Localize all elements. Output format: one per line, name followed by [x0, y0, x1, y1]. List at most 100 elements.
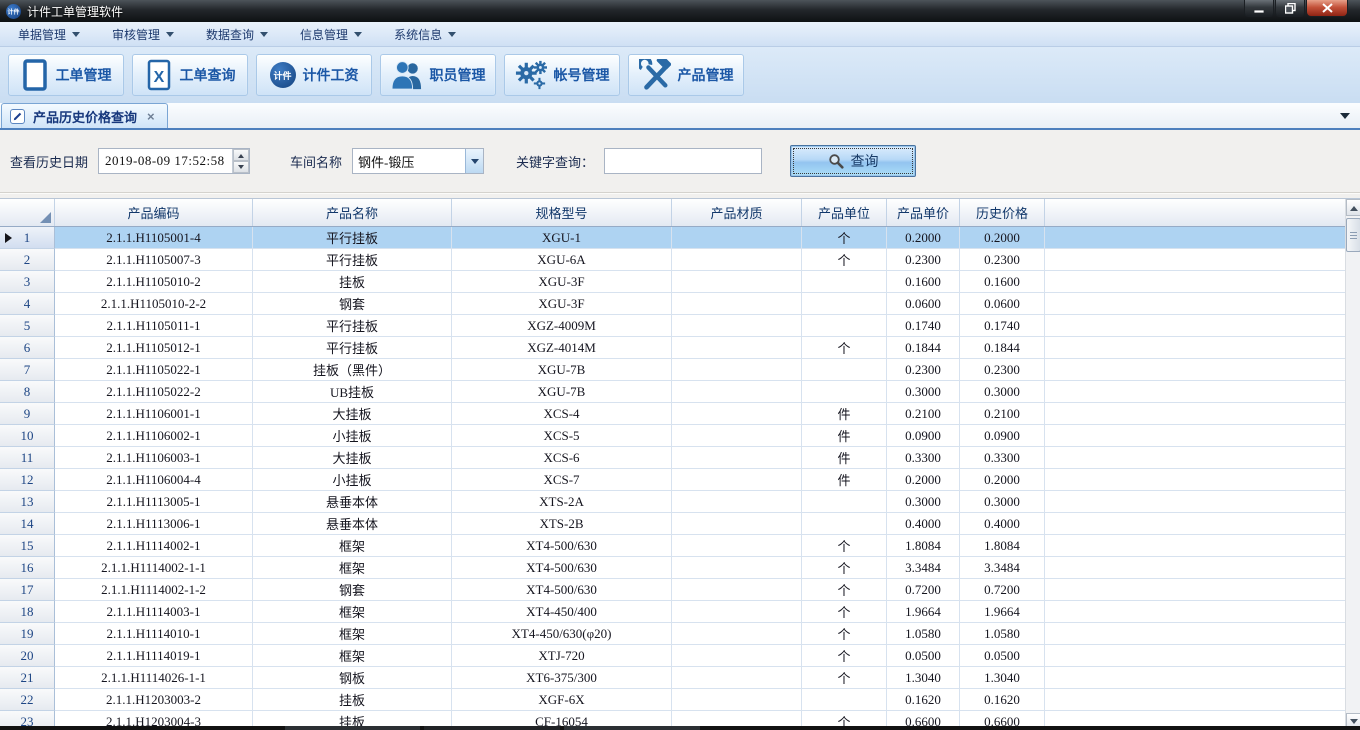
table-row[interactable]: 222.1.1.H1203003-2挂板XGF-6X0.16200.1620: [0, 689, 1345, 711]
cell-filler: [1045, 601, 1345, 623]
select-all-corner-cell[interactable]: [0, 199, 55, 226]
table-row[interactable]: 32.1.1.H1105010-2挂板XGU-3F0.16000.1600: [0, 271, 1345, 293]
scroll-up-button[interactable]: [1346, 199, 1360, 216]
cell: XTS-2B: [452, 513, 672, 535]
table-row[interactable]: 182.1.1.H1114003-1框架XT4-450/400个1.96641.…: [0, 601, 1345, 623]
row-header-cell[interactable]: 13: [0, 491, 55, 513]
history-date-field[interactable]: 2019-08-09 17:52:58: [98, 148, 250, 174]
row-header-cell[interactable]: 10: [0, 425, 55, 447]
table-row[interactable]: 72.1.1.H1105022-1挂板（黑件）XGU-7B0.23000.230…: [0, 359, 1345, 381]
table-row[interactable]: 82.1.1.H1105022-2UB挂板XGU-7B0.30000.3000: [0, 381, 1345, 403]
table-row[interactable]: 152.1.1.H1114002-1框架XT4-500/630个1.80841.…: [0, 535, 1345, 557]
tab-product-history-price[interactable]: 产品历史价格查询 ×: [1, 103, 168, 128]
tab-label: 产品历史价格查询: [33, 107, 137, 126]
cell: 0.0500: [960, 645, 1045, 667]
scrollbar-thumb[interactable]: [1346, 218, 1360, 252]
row-header-cell[interactable]: 5: [0, 315, 55, 337]
vertical-scrollbar[interactable]: [1345, 199, 1360, 730]
table-row[interactable]: 202.1.1.H1114019-1框架XTJ-720个0.05000.0500: [0, 645, 1345, 667]
column-header-1[interactable]: 产品编码: [55, 199, 253, 226]
cell: 平行挂板: [253, 227, 452, 249]
column-header-7[interactable]: 历史价格: [960, 199, 1045, 226]
row-header-cell[interactable]: 4: [0, 293, 55, 315]
row-number: 20: [21, 648, 34, 664]
menu-item-4[interactable]: 信息管理: [290, 24, 372, 45]
cell: 2.1.1.H1114026-1-1: [55, 667, 253, 689]
table-row[interactable]: 162.1.1.H1114002-1-1框架XT4-500/630个3.3484…: [0, 557, 1345, 579]
toolbar-button-6[interactable]: 产品管理: [628, 54, 744, 96]
workshop-combobox[interactable]: 钢件-锻压: [352, 148, 484, 174]
cell: [672, 623, 802, 645]
table-row[interactable]: 192.1.1.H1114010-1框架XT4-450/630(φ20)个1.0…: [0, 623, 1345, 645]
row-header-cell[interactable]: 3: [0, 271, 55, 293]
row-header-cell[interactable]: 8: [0, 381, 55, 403]
row-header-cell[interactable]: 14: [0, 513, 55, 535]
cell: 2.1.1.H1114003-1: [55, 601, 253, 623]
table-row[interactable]: 12.1.1.H1105001-4平行挂板XGU-1个0.20000.2000: [0, 227, 1345, 249]
column-header-6[interactable]: 产品单价: [887, 199, 960, 226]
table-row[interactable]: 112.1.1.H1106003-1大挂板XCS-6件0.33000.3300: [0, 447, 1345, 469]
cell-filler: [1045, 513, 1345, 535]
row-header-cell[interactable]: 1: [0, 227, 55, 249]
column-header-3[interactable]: 规格型号: [452, 199, 672, 226]
column-header-4[interactable]: 产品材质: [672, 199, 802, 226]
table-row[interactable]: 172.1.1.H1114002-1-2钢套XT4-500/630个0.7200…: [0, 579, 1345, 601]
toolbar-button-5[interactable]: 帐号管理: [504, 54, 620, 96]
row-number: 6: [24, 340, 31, 356]
menu-item-5[interactable]: 系统信息: [384, 24, 466, 45]
app-icon: 计件: [6, 4, 21, 19]
minimize-button[interactable]: [1244, 0, 1274, 17]
chevron-down-icon: [72, 32, 80, 41]
table-row[interactable]: 92.1.1.H1106001-1大挂板XCS-4件0.21000.2100: [0, 403, 1345, 425]
toolbar-button-2[interactable]: X工单查询: [132, 54, 248, 96]
menu-item-3[interactable]: 数据查询: [196, 24, 278, 45]
spinner-down-button[interactable]: [233, 161, 249, 173]
table-row[interactable]: 132.1.1.H1113005-1悬垂本体XTS-2A0.30000.3000: [0, 491, 1345, 513]
table-row[interactable]: 42.1.1.H1105010-2-2钢套XGU-3F0.06000.0600: [0, 293, 1345, 315]
table-row[interactable]: 52.1.1.H1105011-1平行挂板XGZ-4009M0.17400.17…: [0, 315, 1345, 337]
row-header-cell[interactable]: 16: [0, 557, 55, 579]
close-button[interactable]: [1306, 0, 1348, 17]
chevron-down-icon: [354, 32, 362, 41]
toolbar-button-3[interactable]: 计件计件工资: [256, 54, 372, 96]
row-header-cell[interactable]: 7: [0, 359, 55, 381]
table-row[interactable]: 212.1.1.H1114026-1-1钢板XT6-375/300个1.3040…: [0, 667, 1345, 689]
table-row[interactable]: 142.1.1.H1113006-1悬垂本体XTS-2B0.40000.4000: [0, 513, 1345, 535]
row-header-cell[interactable]: 21: [0, 667, 55, 689]
menu-item-2[interactable]: 审核管理: [102, 24, 184, 45]
row-header-cell[interactable]: 20: [0, 645, 55, 667]
tab-close-icon[interactable]: ×: [145, 110, 157, 123]
cell: 0.3000: [960, 491, 1045, 513]
column-header-5[interactable]: 产品单位: [802, 199, 887, 226]
combo-dropdown-button[interactable]: [465, 149, 483, 173]
table-row[interactable]: 102.1.1.H1106002-1小挂板XCS-5件0.09000.0900: [0, 425, 1345, 447]
cell: 0.0500: [887, 645, 960, 667]
search-button[interactable]: 查询: [790, 145, 916, 177]
menu-item-1[interactable]: 单据管理: [8, 24, 90, 45]
tab-list-dropdown-icon[interactable]: [1340, 113, 1350, 124]
row-header-cell[interactable]: 9: [0, 403, 55, 425]
cell: 2.1.1.H1105007-3: [55, 249, 253, 271]
column-header-2[interactable]: 产品名称: [253, 199, 452, 226]
toolbar-button-label: 工单管理: [56, 65, 112, 85]
toolbar-button-4[interactable]: 职员管理: [380, 54, 496, 96]
table-row[interactable]: 22.1.1.H1105007-3平行挂板XGU-6A个0.23000.2300: [0, 249, 1345, 271]
toolbar-button-1[interactable]: 工单管理: [8, 54, 124, 96]
restore-button[interactable]: [1275, 0, 1305, 17]
toolbar-button-label: 工单查询: [180, 65, 236, 85]
row-header-cell[interactable]: 2: [0, 249, 55, 271]
keyword-input[interactable]: [604, 148, 762, 174]
spinner-up-button[interactable]: [233, 149, 249, 161]
row-number: 11: [21, 450, 34, 466]
row-header-cell[interactable]: 6: [0, 337, 55, 359]
row-header-cell[interactable]: 18: [0, 601, 55, 623]
table-row[interactable]: 122.1.1.H1106004-4小挂板XCS-7件0.20000.2000: [0, 469, 1345, 491]
app-window: 计件 计件工单管理软件 单据管理审核管理数据查询信息管理系统信息 工单管理X工单: [0, 0, 1360, 730]
row-header-cell[interactable]: 17: [0, 579, 55, 601]
row-header-cell[interactable]: 22: [0, 689, 55, 711]
row-header-cell[interactable]: 19: [0, 623, 55, 645]
row-header-cell[interactable]: 11: [0, 447, 55, 469]
row-header-cell[interactable]: 12: [0, 469, 55, 491]
table-row[interactable]: 62.1.1.H1105012-1平行挂板XGZ-4014M个0.18440.1…: [0, 337, 1345, 359]
row-header-cell[interactable]: 15: [0, 535, 55, 557]
